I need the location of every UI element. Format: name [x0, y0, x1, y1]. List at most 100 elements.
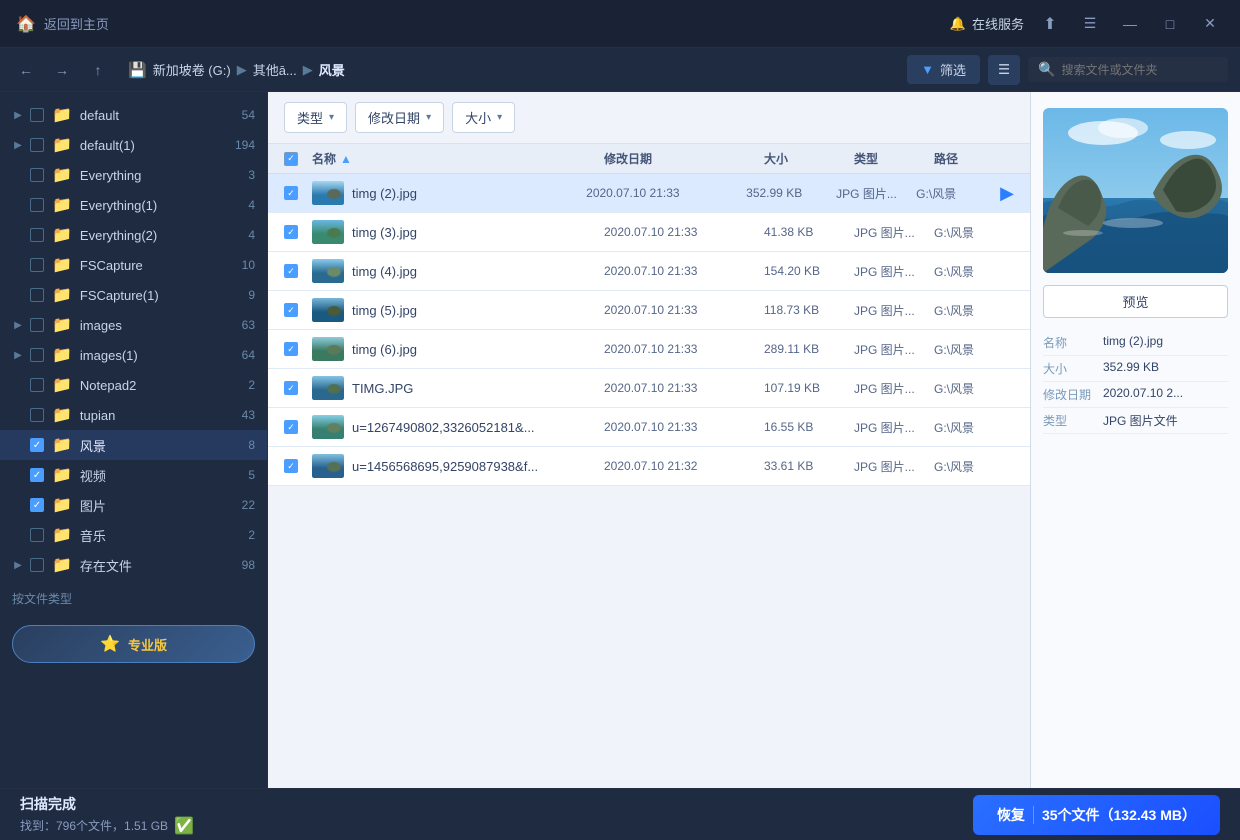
- sidebar-check[interactable]: [30, 168, 44, 182]
- file-date-cell: 2020.07.10 21:33: [604, 420, 764, 434]
- row-check-cell[interactable]: ✓: [284, 459, 312, 473]
- menu-button[interactable]: ☰: [1076, 10, 1104, 38]
- sidebar-check[interactable]: [30, 108, 44, 122]
- sidebar-check[interactable]: [30, 288, 44, 302]
- sidebar-item-notepad2[interactable]: 📁 Notepad2 2: [0, 370, 267, 400]
- thumb-canvas-4: [312, 337, 344, 361]
- sidebar-item-fscapture[interactable]: 📁 FSCapture 10: [0, 250, 267, 280]
- file-name-cell: u=1456568695,9259087938&f...: [312, 454, 604, 478]
- breadcrumb: 💾 新加坡卷 (G:) ▶ 其他ā... ▶ 风景: [120, 60, 899, 79]
- sidebar-check[interactable]: ✓: [30, 498, 44, 512]
- pro-upgrade-button[interactable]: ⭐ 专业版: [12, 625, 255, 663]
- sidebar-item-fscapture1[interactable]: 📁 FSCapture(1) 9: [0, 280, 267, 310]
- file-size-cell: 16.55 KB: [764, 420, 854, 434]
- search-input[interactable]: [1061, 63, 1211, 77]
- maximize-button[interactable]: □: [1156, 10, 1184, 38]
- back-button[interactable]: ←: [12, 56, 40, 84]
- preview-button[interactable]: 预览: [1043, 285, 1228, 318]
- sidebar-check[interactable]: [30, 408, 44, 422]
- forward-button[interactable]: →: [48, 56, 76, 84]
- sidebar-item-fengjing[interactable]: ✓ 📁 风景 8: [0, 430, 267, 460]
- row-check-cell[interactable]: ✓: [284, 342, 312, 356]
- sidebar-item-cunzaiwenjian[interactable]: ▶ 📁 存在文件 98: [0, 550, 267, 580]
- row-checkbox[interactable]: ✓: [284, 342, 298, 356]
- sidebar-check[interactable]: [30, 258, 44, 272]
- table-row[interactable]: ✓ timg (5).jpg 2020.07.10 21:33 118.73 K…: [268, 291, 1030, 330]
- sidebar-item-everything2[interactable]: 📁 Everything(2) 4: [0, 220, 267, 250]
- table-row[interactable]: ✓ u=1456568695,9259087938&f... 2020.07.1…: [268, 447, 1030, 486]
- header-check[interactable]: ✓: [284, 152, 312, 166]
- size-filter-button[interactable]: 大小 ▾: [452, 102, 515, 133]
- sidebar-check[interactable]: [30, 348, 44, 362]
- table-row[interactable]: ✓ TIMG.JPG 2020.07.10 21:33 107.19 KB JP…: [268, 369, 1030, 408]
- view-toggle-button[interactable]: ☰: [988, 55, 1020, 85]
- header-type[interactable]: 类型: [854, 150, 934, 167]
- sidebar-item-shipin[interactable]: ✓ 📁 视频 5: [0, 460, 267, 490]
- file-name-cell: timg (2).jpg: [312, 181, 586, 205]
- minimize-button[interactable]: —: [1116, 10, 1144, 38]
- type-filter-button[interactable]: 类型 ▾: [284, 102, 347, 133]
- sidebar-item-everything[interactable]: 📁 Everything 3: [0, 160, 267, 190]
- sidebar-item-tupian[interactable]: 📁 tupian 43: [0, 400, 267, 430]
- close-button[interactable]: ✕: [1196, 10, 1224, 38]
- date-filter-button[interactable]: 修改日期 ▾: [355, 102, 444, 133]
- sidebar-check[interactable]: [30, 228, 44, 242]
- file-date-cell: 2020.07.10 21:33: [586, 186, 746, 200]
- row-checkbox[interactable]: ✓: [284, 459, 298, 473]
- row-check-cell[interactable]: ✓: [284, 264, 312, 278]
- sidebar-check[interactable]: [30, 558, 44, 572]
- sidebar-check[interactable]: ✓: [30, 468, 44, 482]
- row-check-cell[interactable]: ✓: [284, 381, 312, 395]
- sidebar-check[interactable]: [30, 138, 44, 152]
- sidebar-check[interactable]: [30, 528, 44, 542]
- dropdown-icon: ▾: [497, 112, 502, 123]
- sidebar-item-default[interactable]: ▶ 📁 default 54: [0, 100, 267, 130]
- sidebar-check[interactable]: [30, 318, 44, 332]
- row-check-cell[interactable]: ✓: [284, 303, 312, 317]
- sidebar-item-count: 10: [235, 258, 255, 272]
- row-checkbox[interactable]: ✓: [284, 303, 298, 317]
- table-row[interactable]: ✓ u=1267490802,3326052181&... 2020.07.10…: [268, 408, 1030, 447]
- row-checkbox[interactable]: ✓: [284, 264, 298, 278]
- sidebar-check[interactable]: [30, 378, 44, 392]
- share-button[interactable]: ⬆: [1036, 10, 1064, 38]
- sidebar-item-label: default(1): [80, 138, 229, 153]
- sidebar-item-everything1[interactable]: 📁 Everything(1) 4: [0, 190, 267, 220]
- sidebar-item-yinyue[interactable]: 📁 音乐 2: [0, 520, 267, 550]
- sidebar-item-images1[interactable]: ▶ 📁 images(1) 64: [0, 340, 267, 370]
- recover-button[interactable]: 恢复 35个文件（132.43 MB）: [973, 795, 1220, 835]
- meta-row-size: 大小 352.99 KB: [1043, 356, 1228, 382]
- sidebar-item-images[interactable]: ▶ 📁 images 63: [0, 310, 267, 340]
- row-checkbox[interactable]: ✓: [284, 225, 298, 239]
- table-row[interactable]: ✓ timg (3).jpg 2020.07.10 21:33 41.38 KB…: [268, 213, 1030, 252]
- main-layout: ▶ 📁 default 54 ▶ 📁 default(1) 194 📁 Ever…: [0, 92, 1240, 788]
- home-label[interactable]: 返回到主页: [44, 14, 109, 33]
- sidebar-item-default1[interactable]: ▶ 📁 default(1) 194: [0, 130, 267, 160]
- sidebar-item-label: FSCapture: [80, 258, 229, 273]
- play-icon[interactable]: ▶: [1000, 183, 1014, 204]
- sidebar-item-tupian2[interactable]: ✓ 📁 图片 22: [0, 490, 267, 520]
- breadcrumb-drive[interactable]: 新加坡卷 (G:): [153, 60, 231, 79]
- breadcrumb-folder2[interactable]: 风景: [319, 60, 345, 79]
- row-check-cell[interactable]: ✓: [284, 225, 312, 239]
- row-check-cell[interactable]: ✓: [284, 186, 312, 200]
- row-checkbox[interactable]: ✓: [284, 186, 298, 200]
- breadcrumb-folder1[interactable]: 其他ā...: [253, 60, 297, 79]
- sidebar-check[interactable]: ✓: [30, 438, 44, 452]
- header-name[interactable]: 名称 ▲: [312, 150, 604, 167]
- up-button[interactable]: ↑: [84, 56, 112, 84]
- file-path-cell: G:\风景: [934, 302, 1014, 319]
- filter-button[interactable]: ▼ 筛选: [907, 55, 980, 84]
- file-date-cell: 2020.07.10 21:33: [604, 264, 764, 278]
- sidebar-check[interactable]: [30, 198, 44, 212]
- online-service[interactable]: 🔔 在线服务: [950, 14, 1024, 33]
- table-row[interactable]: ✓ timg (2).jpg 2020.07.10 21:33 352.99 K…: [268, 174, 1030, 213]
- row-checkbox[interactable]: ✓: [284, 381, 298, 395]
- row-checkbox[interactable]: ✓: [284, 420, 298, 434]
- header-date[interactable]: 修改日期: [604, 150, 764, 167]
- header-path[interactable]: 路径: [934, 150, 1014, 167]
- table-row[interactable]: ✓ timg (4).jpg 2020.07.10 21:33 154.20 K…: [268, 252, 1030, 291]
- row-check-cell[interactable]: ✓: [284, 420, 312, 434]
- table-row[interactable]: ✓ timg (6).jpg 2020.07.10 21:33 289.11 K…: [268, 330, 1030, 369]
- header-size[interactable]: 大小: [764, 150, 854, 167]
